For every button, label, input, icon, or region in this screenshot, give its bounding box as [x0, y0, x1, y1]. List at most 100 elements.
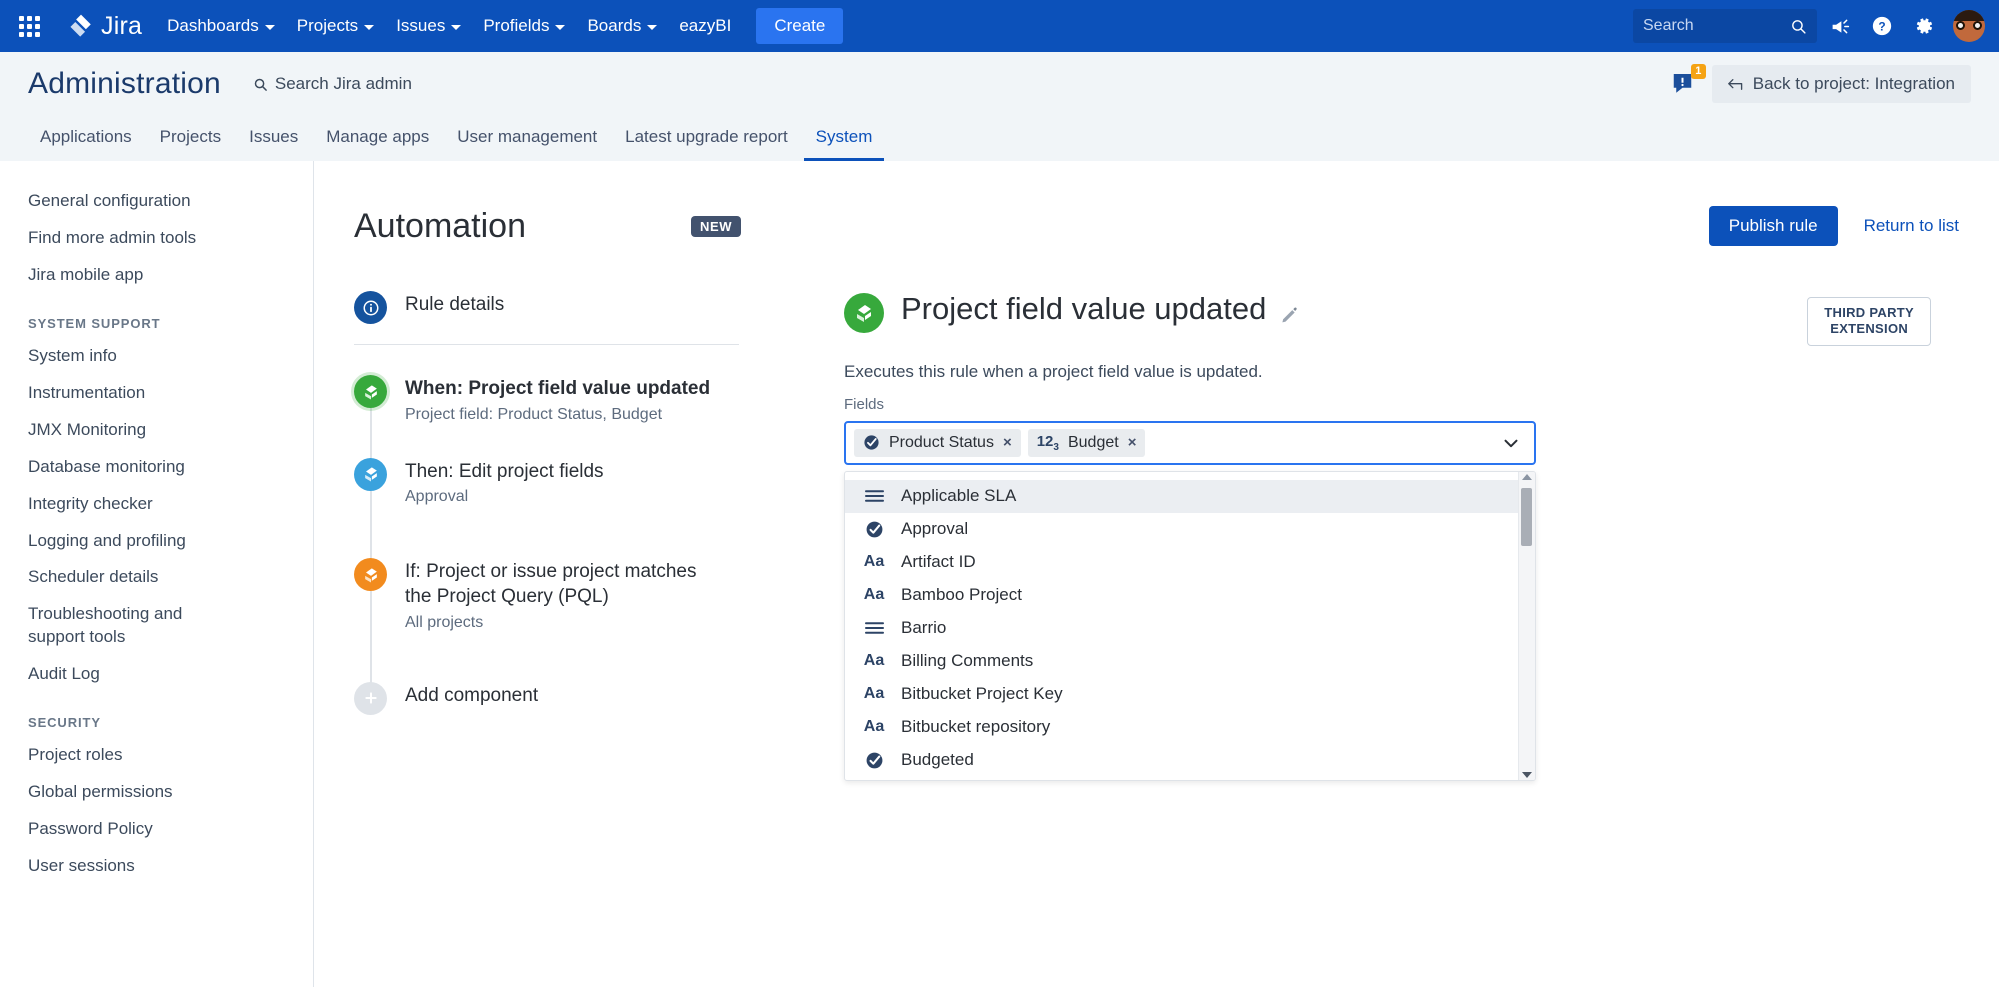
chain-item-when-trigger[interactable]: When: Project field value updated Projec… — [354, 375, 739, 458]
feedback-button[interactable]: 1 — [1670, 69, 1700, 99]
check-circle-glyph — [865, 751, 884, 770]
automation-header: Automation NEW Publish rule Return to li… — [314, 161, 1999, 246]
option-label: Applicable SLA — [901, 486, 1016, 506]
profields-glyph — [361, 464, 381, 484]
sidebar-item-project-roles[interactable]: Project roles — [0, 737, 313, 774]
search-input[interactable]: Search — [1633, 9, 1817, 43]
chevron-down-glyph — [1500, 432, 1522, 454]
chevron-down-icon — [265, 25, 275, 30]
selected-chip-product-status[interactable]: Product Status × — [854, 429, 1021, 457]
chain-connector-line — [370, 491, 372, 565]
dropdown-option-barrio[interactable]: Barrio — [845, 612, 1518, 645]
create-button[interactable]: Create — [756, 8, 843, 44]
action-icon — [354, 458, 387, 491]
dropdown-option-bitbucket-repository[interactable]: Aa Bitbucket repository — [845, 711, 1518, 744]
list-icon — [863, 621, 885, 635]
user-avatar[interactable] — [1953, 10, 1985, 42]
chain-item-text: Then: Edit project fields Approval — [405, 458, 604, 507]
detail-header: Project field value updated THIRD PARTY … — [844, 291, 1931, 346]
list-glyph — [865, 489, 884, 503]
text-icon: Aa — [863, 553, 885, 571]
sidebar-item-find-more-admin-tools[interactable]: Find more admin tools — [0, 220, 313, 257]
option-label: Barrio — [901, 618, 946, 638]
help-button[interactable]: ? — [1863, 7, 1901, 45]
publish-rule-button[interactable]: Publish rule — [1709, 206, 1838, 246]
tab-applications[interactable]: Applications — [28, 127, 144, 161]
chain-item-subtitle: All projects — [405, 614, 705, 632]
tab-issues[interactable]: Issues — [237, 127, 310, 161]
dropdown-option-budgeted[interactable]: Budgeted — [845, 744, 1518, 777]
dropdown-option-applicable-sla[interactable]: Applicable SLA — [845, 480, 1518, 513]
return-to-list-link[interactable]: Return to list — [1864, 216, 1959, 236]
sidebar-item-audit-log[interactable]: Audit Log — [0, 656, 313, 693]
pencil-icon[interactable] — [1280, 305, 1299, 329]
sidebar-item-instrumentation[interactable]: Instrumentation — [0, 375, 313, 412]
chain-item-then-action[interactable]: Then: Edit project fields Approval — [354, 458, 739, 559]
text-icon: Aa — [863, 685, 885, 703]
chip-remove-button[interactable]: × — [1003, 434, 1012, 451]
automation-title: Automation — [354, 207, 526, 246]
sidebar-item-integrity-checker[interactable]: Integrity checker — [0, 486, 313, 523]
nav-label: Profields — [483, 16, 549, 36]
tab-user-management[interactable]: User management — [445, 127, 609, 161]
sidebar-item-scheduler-details[interactable]: Scheduler details — [0, 559, 313, 596]
sidebar-item-user-sessions[interactable]: User sessions — [0, 848, 313, 885]
sidebar-item-troubleshooting-and-support-tools[interactable]: Troubleshooting and support tools — [0, 596, 255, 656]
nav-item-projects[interactable]: Projects — [286, 9, 385, 43]
fields-select-input[interactable]: Product Status × 123 Budget × — [844, 421, 1536, 465]
tab-latest-upgrade-report[interactable]: Latest upgrade report — [613, 127, 800, 161]
chip-remove-button[interactable]: × — [1128, 434, 1137, 451]
nav-item-boards[interactable]: Boards — [576, 9, 668, 43]
scroll-up-arrow-icon[interactable] — [1522, 474, 1532, 480]
sidebar-item-database-monitoring[interactable]: Database monitoring — [0, 449, 313, 486]
chain-item-if-condition[interactable]: If: Project or issue project matches the… — [354, 558, 739, 681]
chain-item-rule-details[interactable]: Rule details — [354, 291, 739, 340]
dropdown-option-billing-comments[interactable]: Aa Billing Comments — [845, 645, 1518, 678]
sidebar-item-password-policy[interactable]: Password Policy — [0, 811, 313, 848]
announcements-button[interactable] — [1821, 7, 1859, 45]
administration-header: Administration Search Jira admin 1 Back … — [0, 52, 1999, 117]
nav-item-issues[interactable]: Issues — [385, 9, 472, 43]
scrollbar-thumb[interactable] — [1521, 488, 1532, 546]
dropdown-option-bamboo-project[interactable]: Aa Bamboo Project — [845, 579, 1518, 612]
detail-title: Project field value updated — [901, 291, 1266, 327]
scroll-down-arrow-icon[interactable] — [1522, 772, 1532, 778]
info-icon — [354, 291, 387, 324]
settings-button[interactable] — [1905, 7, 1943, 45]
dropdown-option-bitbucket-project-key[interactable]: Aa Bitbucket Project Key — [845, 678, 1518, 711]
chip-label: Budget — [1068, 434, 1119, 452]
tab-manage-apps[interactable]: Manage apps — [314, 127, 441, 161]
admin-search-input[interactable]: Search Jira admin — [253, 74, 412, 94]
fields-dropdown-list[interactable]: Applicable SLA Approval — [844, 471, 1536, 781]
third-party-line-1: THIRD PARTY — [1824, 305, 1914, 321]
back-to-project-button[interactable]: Back to project: Integration — [1712, 65, 1971, 103]
profields-glyph — [361, 382, 381, 402]
number-icon: 123 — [1037, 433, 1059, 453]
app-switcher-button[interactable] — [8, 5, 50, 47]
feedback-badge: 1 — [1691, 64, 1706, 79]
dropdown-scrollbar[interactable] — [1518, 472, 1535, 780]
selected-chip-budget[interactable]: 123 Budget × — [1028, 429, 1146, 457]
tab-projects[interactable]: Projects — [148, 127, 233, 161]
jira-logo-link[interactable]: Jira — [68, 12, 142, 41]
brand-name: Jira — [101, 12, 142, 41]
chevron-down-icon[interactable] — [1500, 432, 1526, 454]
nav-item-profields[interactable]: Profields — [472, 9, 576, 43]
tab-system[interactable]: System — [804, 127, 885, 161]
nav-item-eazybi[interactable]: eazyBI — [668, 9, 742, 43]
rule-component-chain: Rule details When: Project field — [354, 291, 739, 781]
sidebar-item-logging-and-profiling[interactable]: Logging and profiling — [0, 523, 313, 560]
dropdown-options: Applicable SLA Approval — [845, 472, 1518, 780]
sidebar-item-jmx-monitoring[interactable]: JMX Monitoring — [0, 412, 313, 449]
chain-item-add-component[interactable]: Add component — [354, 682, 739, 715]
sidebar-item-general-configuration[interactable]: General configuration — [0, 183, 313, 220]
check-circle-glyph — [865, 520, 884, 539]
sidebar-item-jira-mobile-app[interactable]: Jira mobile app — [0, 257, 313, 294]
profields-glyph — [361, 565, 381, 585]
sidebar-item-global-permissions[interactable]: Global permissions — [0, 774, 313, 811]
info-glyph — [362, 299, 380, 317]
dropdown-option-artifact-id[interactable]: Aa Artifact ID — [845, 546, 1518, 579]
dropdown-option-approval[interactable]: Approval — [845, 513, 1518, 546]
sidebar-item-system-info[interactable]: System info — [0, 338, 313, 375]
nav-item-dashboards[interactable]: Dashboards — [156, 9, 286, 43]
